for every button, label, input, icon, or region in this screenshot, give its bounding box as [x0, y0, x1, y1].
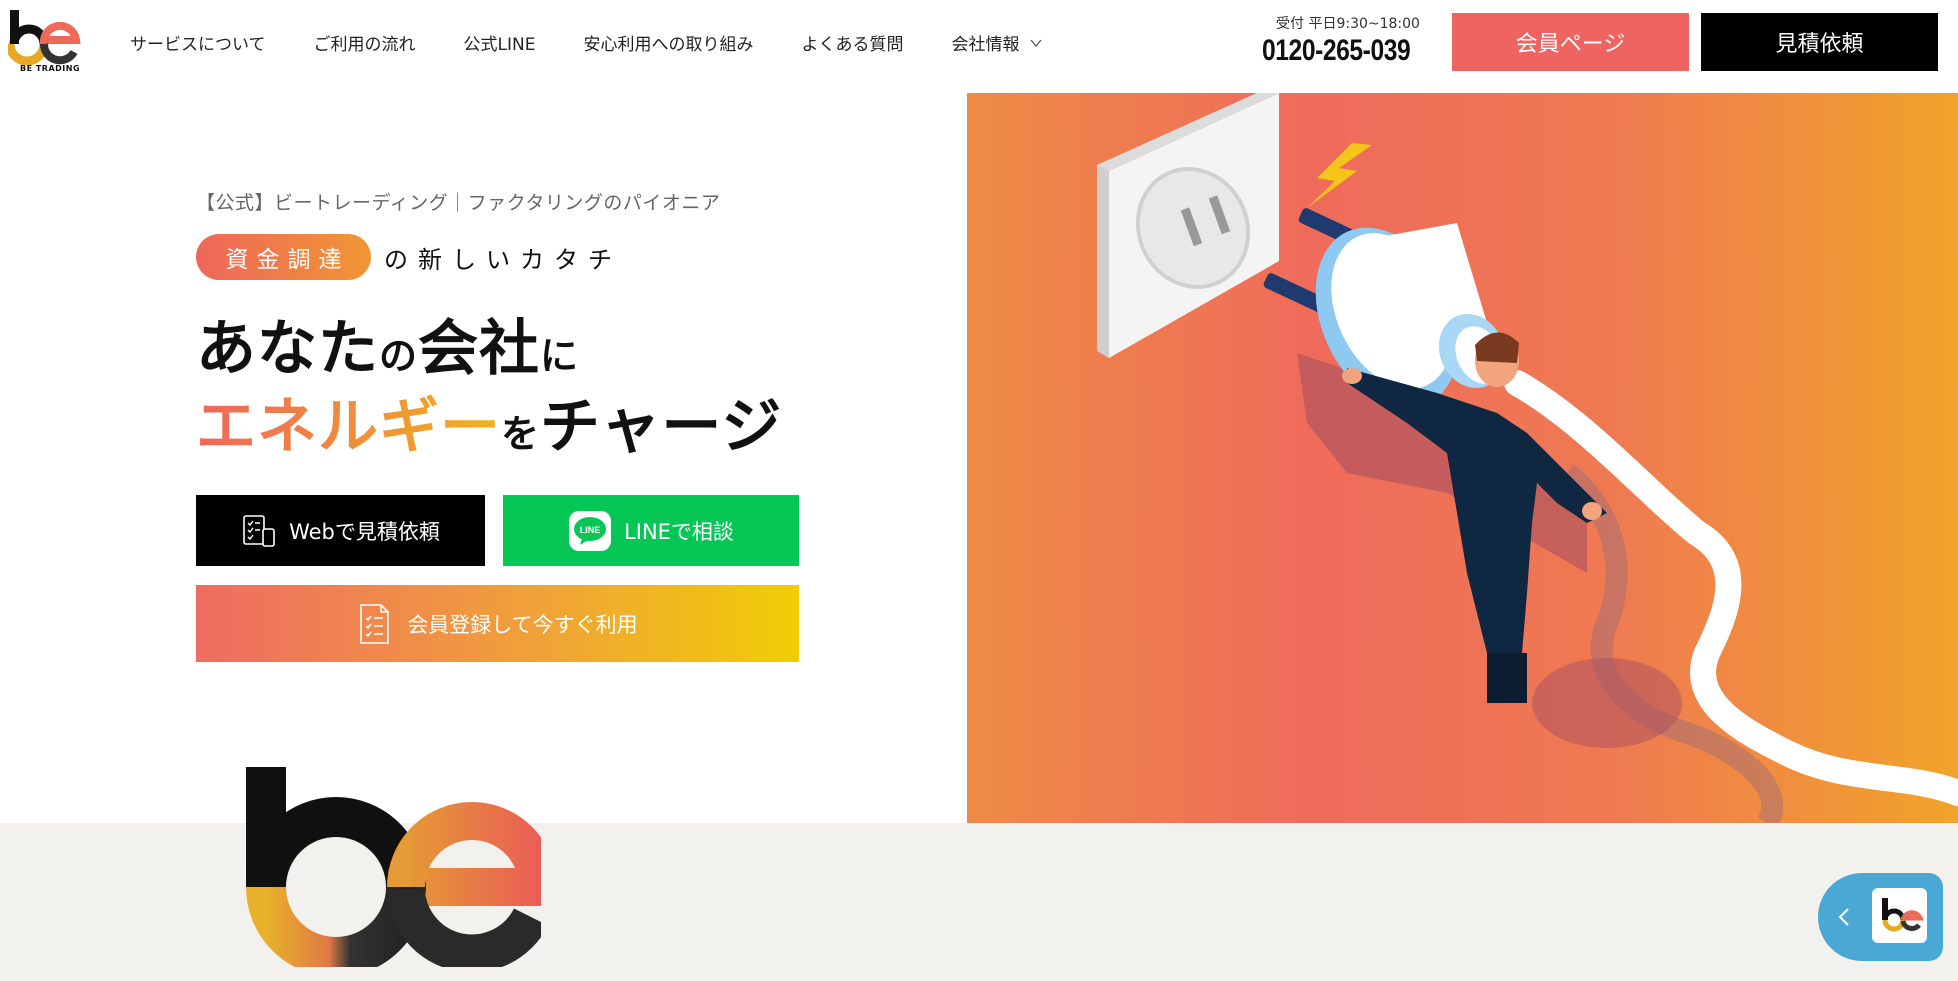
- nav-official-line-label: 公式LINE: [463, 35, 536, 55]
- web-quote-label: Webで見積依頼: [289, 519, 440, 544]
- headline-particle-ni: に: [540, 334, 580, 378]
- phone-number[interactable]: 0120-265-039: [1262, 34, 1411, 68]
- nav-flow[interactable]: ご利用の流れ: [314, 30, 416, 55]
- site-header: BE TRADING サービスについて ご利用の流れ 公式LINE 安心利用への…: [0, 0, 1958, 88]
- nav-company-label: 会社情報: [951, 35, 1020, 55]
- be-large-logo: [246, 767, 541, 967]
- member-page-button[interactable]: 会員ページ: [1452, 13, 1689, 71]
- chat-logo-badge: [1872, 888, 1927, 943]
- nav-company[interactable]: 会社情報: [951, 30, 1043, 55]
- document-phone-icon: [243, 514, 275, 547]
- headline-word-kaisha: 会社: [418, 314, 541, 384]
- plug-man-illustration: [1097, 93, 1958, 823]
- hero-headline-line1: あなたの会社に: [196, 300, 579, 387]
- line-consult-button[interactable]: LINE LINEで相談: [503, 495, 799, 566]
- be-mini-logo: [1882, 898, 1924, 932]
- hero-tagline: の新しいカタチ: [384, 246, 622, 274]
- headline-word-charge: チャージ: [540, 392, 783, 462]
- line-icon-text: LINE: [580, 525, 601, 535]
- nav-faq-label: よくある質問: [801, 35, 904, 55]
- headline-word-anata: あなた: [196, 314, 379, 384]
- chevron-left-icon[interactable]: [1838, 907, 1850, 927]
- nav-faq[interactable]: よくある質問: [801, 30, 903, 55]
- main-nav: サービスについて ご利用の流れ 公式LINE 安心利用への取り組み よくある質問…: [130, 30, 1043, 55]
- nav-safety[interactable]: 安心利用への取り組み: [583, 30, 753, 55]
- logo-subtext: BE TRADING: [20, 64, 81, 73]
- checklist-icon: [360, 603, 390, 644]
- member-register-button[interactable]: 会員登録して今すぐ利用: [196, 585, 799, 662]
- hero-illustration: [967, 93, 1958, 823]
- member-register-label: 会員登録して今すぐ利用: [407, 612, 638, 637]
- chat-widget[interactable]: [1818, 873, 1943, 961]
- headline-particle-wo: を: [501, 412, 541, 456]
- headline-particle-no: の: [379, 334, 419, 378]
- line-consult-label: LINEで相談: [624, 519, 734, 544]
- nav-services-label: サービスについて: [130, 35, 266, 55]
- line-icon: LINE: [569, 510, 612, 551]
- web-quote-button[interactable]: Webで見積依頼: [196, 495, 485, 566]
- quote-request-button[interactable]: 見積依頼: [1701, 13, 1938, 71]
- nav-safety-label: 安心利用への取り組み: [583, 35, 754, 55]
- chevron-down-icon: [1030, 39, 1042, 47]
- nav-services[interactable]: サービスについて: [130, 30, 266, 55]
- headline-word-energy: エネルギー: [196, 392, 501, 462]
- nav-official-line[interactable]: 公式LINE: [464, 30, 536, 55]
- business-hours: 受付 平日9:30~18:00: [1276, 16, 1420, 32]
- hero-headline-line2: エネルギーをチャージ: [196, 378, 782, 465]
- hero-eyebrow: 【公式】ビートレーディング｜ファクタリングのパイオニア: [196, 192, 721, 214]
- hero-pill-badge: 資金調達: [196, 234, 371, 280]
- nav-flow-label: ご利用の流れ: [313, 35, 416, 55]
